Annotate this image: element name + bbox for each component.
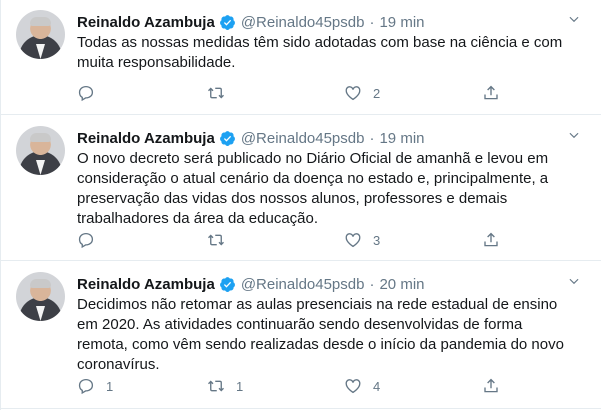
heart-icon [345,233,361,248]
share-button[interactable] [482,229,500,251]
share-icon [484,378,498,393]
share-button[interactable] [482,82,500,104]
share-icon [484,85,498,100]
tweet-time[interactable]: 19 min [379,130,424,147]
retweet-icon [208,380,224,392]
verified-badge-icon [219,14,235,30]
tweet-header: Reinaldo Azambuja @Reinaldo45psdb · 20 m… [77,274,425,294]
tweet[interactable]: Reinaldo Azambuja @Reinaldo45psdb · 19 m… [1,0,601,115]
author-name[interactable]: Reinaldo Azambuja [77,130,215,147]
retweet-button[interactable] [207,82,236,104]
chevron-down-icon[interactable] [567,128,581,142]
separator-dot: · [369,13,375,31]
retweet-count: 1 [236,378,244,394]
tweet-actions: 2 [77,82,601,104]
reply-button[interactable] [77,229,106,251]
chevron-down-icon[interactable] [567,12,581,26]
tweet-header: Reinaldo Azambuja @Reinaldo45psdb · 19 m… [77,12,425,32]
avatar[interactable] [16,126,65,175]
tweet-timeline: Reinaldo Azambuja @Reinaldo45psdb · 19 m… [0,0,602,410]
tweet[interactable]: Reinaldo Azambuja @Reinaldo45psdb · 19 m… [1,116,601,261]
tweet-text: Decidimos não retomar as aulas presencia… [77,296,564,373]
like-button[interactable]: 3 [344,229,380,251]
author-name[interactable]: Reinaldo Azambuja [77,14,215,31]
tweet-text: Todas as nossas medidas têm sido adotada… [77,34,563,71]
author-handle[interactable]: @Reinaldo45psdb [241,14,365,31]
share-button[interactable] [482,375,500,397]
author-handle[interactable]: @Reinaldo45psdb [241,276,365,293]
chevron-down-icon[interactable] [567,274,581,288]
like-button[interactable]: 2 [344,82,380,104]
reply-button[interactable]: 1 [77,375,113,397]
author-name[interactable]: Reinaldo Azambuja [77,276,215,293]
like-button[interactable]: 4 [344,375,380,397]
heart-icon [345,379,361,394]
reply-button[interactable] [77,82,106,104]
reply-count: 1 [106,378,114,394]
like-count: 3 [373,232,381,248]
author-handle[interactable]: @Reinaldo45psdb [241,130,365,147]
separator-dot: · [369,275,375,293]
tweet-time[interactable]: 19 min [379,14,424,31]
like-count: 4 [373,378,381,394]
retweet-icon [208,234,224,246]
verified-badge-icon [219,276,235,292]
avatar[interactable] [16,10,65,59]
like-count: 2 [373,85,381,101]
reply-icon [78,85,94,102]
tweet[interactable]: Reinaldo Azambuja @Reinaldo45psdb · 20 m… [1,262,601,409]
reply-icon [78,232,94,249]
avatar[interactable] [16,272,65,321]
share-icon [484,232,498,247]
reply-icon [78,378,94,395]
verified-badge-icon [219,130,235,146]
tweet-time[interactable]: 20 min [379,276,424,293]
heart-icon [345,86,361,101]
tweet-actions: 3 [77,229,601,251]
tweet-actions: 1 1 4 [77,375,601,397]
retweet-button[interactable]: 1 [207,375,243,397]
tweet-header: Reinaldo Azambuja @Reinaldo45psdb · 19 m… [77,128,425,148]
retweet-button[interactable] [207,229,236,251]
retweet-icon [208,87,224,99]
separator-dot: · [369,129,375,147]
tweet-text: O novo decreto será publicado no Diário … [77,150,549,227]
